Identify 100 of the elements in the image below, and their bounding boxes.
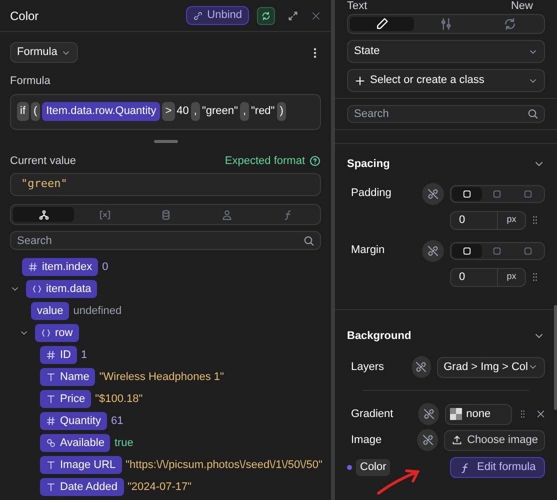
unlink-icon [422, 408, 435, 420]
side-toggle[interactable] [452, 244, 482, 258]
unlink-button[interactable] [422, 240, 444, 262]
formula-operator: ) [276, 102, 286, 121]
square-icon [492, 188, 502, 198]
database-icon [160, 208, 172, 220]
formula-operator: > [162, 102, 175, 121]
unlink-icon [427, 244, 439, 256]
section-title: Background [347, 328, 412, 344]
tree-icon [38, 208, 50, 220]
variable-chip[interactable]: Price [40, 390, 92, 408]
text-type-icon [46, 482, 56, 492]
element-title: Text [347, 0, 368, 12]
unlink-button[interactable] [422, 182, 444, 204]
variable-value: 61 [110, 414, 124, 429]
class-select[interactable]: Select or create a class [347, 69, 545, 92]
unlink-button[interactable] [417, 429, 438, 451]
search-field[interactable]: Search [347, 105, 545, 123]
new-button[interactable]: New [510, 0, 533, 12]
variable-chip[interactable]: row [35, 324, 79, 342]
variable-chip[interactable]: Image URL [40, 456, 122, 474]
sliders-icon [439, 17, 453, 31]
unlink-icon [193, 10, 204, 20]
side-toggle[interactable] [452, 186, 482, 200]
property-label: Color [356, 459, 390, 476]
close-icon[interactable] [536, 409, 546, 419]
panel-title: Color [10, 8, 40, 24]
hash-icon [28, 262, 38, 272]
hash-icon [46, 416, 56, 426]
expand-icon[interactable] [287, 10, 299, 22]
variable-value: undefined [73, 304, 122, 319]
gradient-field[interactable]: none [445, 404, 512, 424]
toggle-icon [46, 438, 56, 448]
help-icon [309, 154, 321, 167]
drag-handle-icon[interactable] [530, 272, 540, 282]
drag-handle-icon[interactable] [530, 215, 540, 225]
unbind-button[interactable]: Unbind [186, 6, 249, 25]
unlink-button[interactable] [418, 403, 440, 425]
text-type-icon [46, 460, 56, 470]
pencil-icon [375, 17, 389, 31]
style-tab[interactable] [350, 17, 414, 31]
formula-variable[interactable]: Item.data.row.Quantity [42, 102, 160, 121]
square-icon [462, 246, 472, 256]
search-icon [303, 234, 315, 246]
variable-value: 0 [102, 260, 108, 275]
formula-operator: ( [30, 102, 40, 121]
brackets-icon [98, 208, 110, 220]
square-icon [522, 188, 533, 198]
property-label: Image [350, 432, 383, 448]
variable-chip[interactable]: value [31, 302, 70, 320]
variable-chip[interactable]: Name [40, 368, 96, 386]
variable-value: "https:\/\/picsum.photos\/seed\/1\/50\/50" [126, 458, 322, 473]
choose-image-button[interactable]: Choose image [444, 430, 545, 450]
scrollbar-thumb[interactable] [554, 305, 557, 410]
hash-icon [46, 350, 56, 360]
variable-chip[interactable]: Date Added [40, 478, 124, 496]
variable-chip[interactable]: item.data [26, 280, 98, 298]
sync-button[interactable] [257, 6, 275, 24]
variable-chip[interactable]: Quantity [40, 412, 107, 430]
variable-chip[interactable]: ID [40, 346, 77, 364]
layers-select[interactable]: Grad > Img > Col [436, 356, 545, 378]
square-icon [492, 246, 502, 256]
close-icon[interactable] [311, 10, 321, 20]
braces-icon [32, 284, 42, 294]
property-label: Padding [350, 186, 392, 202]
number-field[interactable]: 0 px [450, 210, 526, 230]
text-type-icon [46, 372, 56, 382]
square-icon [522, 246, 533, 256]
unlink-button[interactable] [412, 356, 431, 378]
formula-editor[interactable]: if ( Item.data.row.Quantity > 40 , "green" , "red" ) [10, 94, 321, 130]
search-field[interactable]: Search [10, 231, 321, 250]
upload-icon [451, 434, 464, 446]
variable-chip[interactable]: Available [40, 434, 110, 452]
source-tab[interactable] [13, 207, 74, 222]
unlink-icon [415, 361, 428, 373]
variable-value: "Wireless Headphones 1" [99, 370, 224, 385]
refresh-icon [503, 17, 517, 31]
variable-value: 1 [81, 348, 88, 363]
formula-label: Formula [10, 74, 52, 89]
unlink-icon [427, 188, 439, 200]
current-value-label: Current value [10, 154, 76, 168]
number-field[interactable]: 0 px [450, 268, 526, 286]
expected-format-link[interactable]: Expected format [224, 152, 321, 169]
checker-swatch-icon [450, 408, 462, 420]
current-value-field: "green" [10, 173, 321, 196]
formula-operator: , [190, 102, 200, 121]
state-select[interactable]: State [347, 40, 545, 63]
resize-handle[interactable] [154, 140, 178, 142]
square-icon [462, 188, 472, 198]
mode-dropdown[interactable]: Formula [10, 42, 78, 63]
variable-value: true [114, 436, 134, 451]
unlink-icon [422, 434, 434, 446]
variable-value: "2024-07-17" [128, 480, 192, 495]
property-label: Margin [350, 243, 386, 258]
property-label: Layers [350, 360, 386, 375]
property-label: Gradient [350, 406, 394, 422]
variable-chip[interactable]: item.index [22, 258, 98, 276]
edit-formula-button[interactable]: Edit formula [450, 457, 545, 478]
plus-icon [354, 74, 366, 86]
text-type-icon [46, 394, 56, 404]
